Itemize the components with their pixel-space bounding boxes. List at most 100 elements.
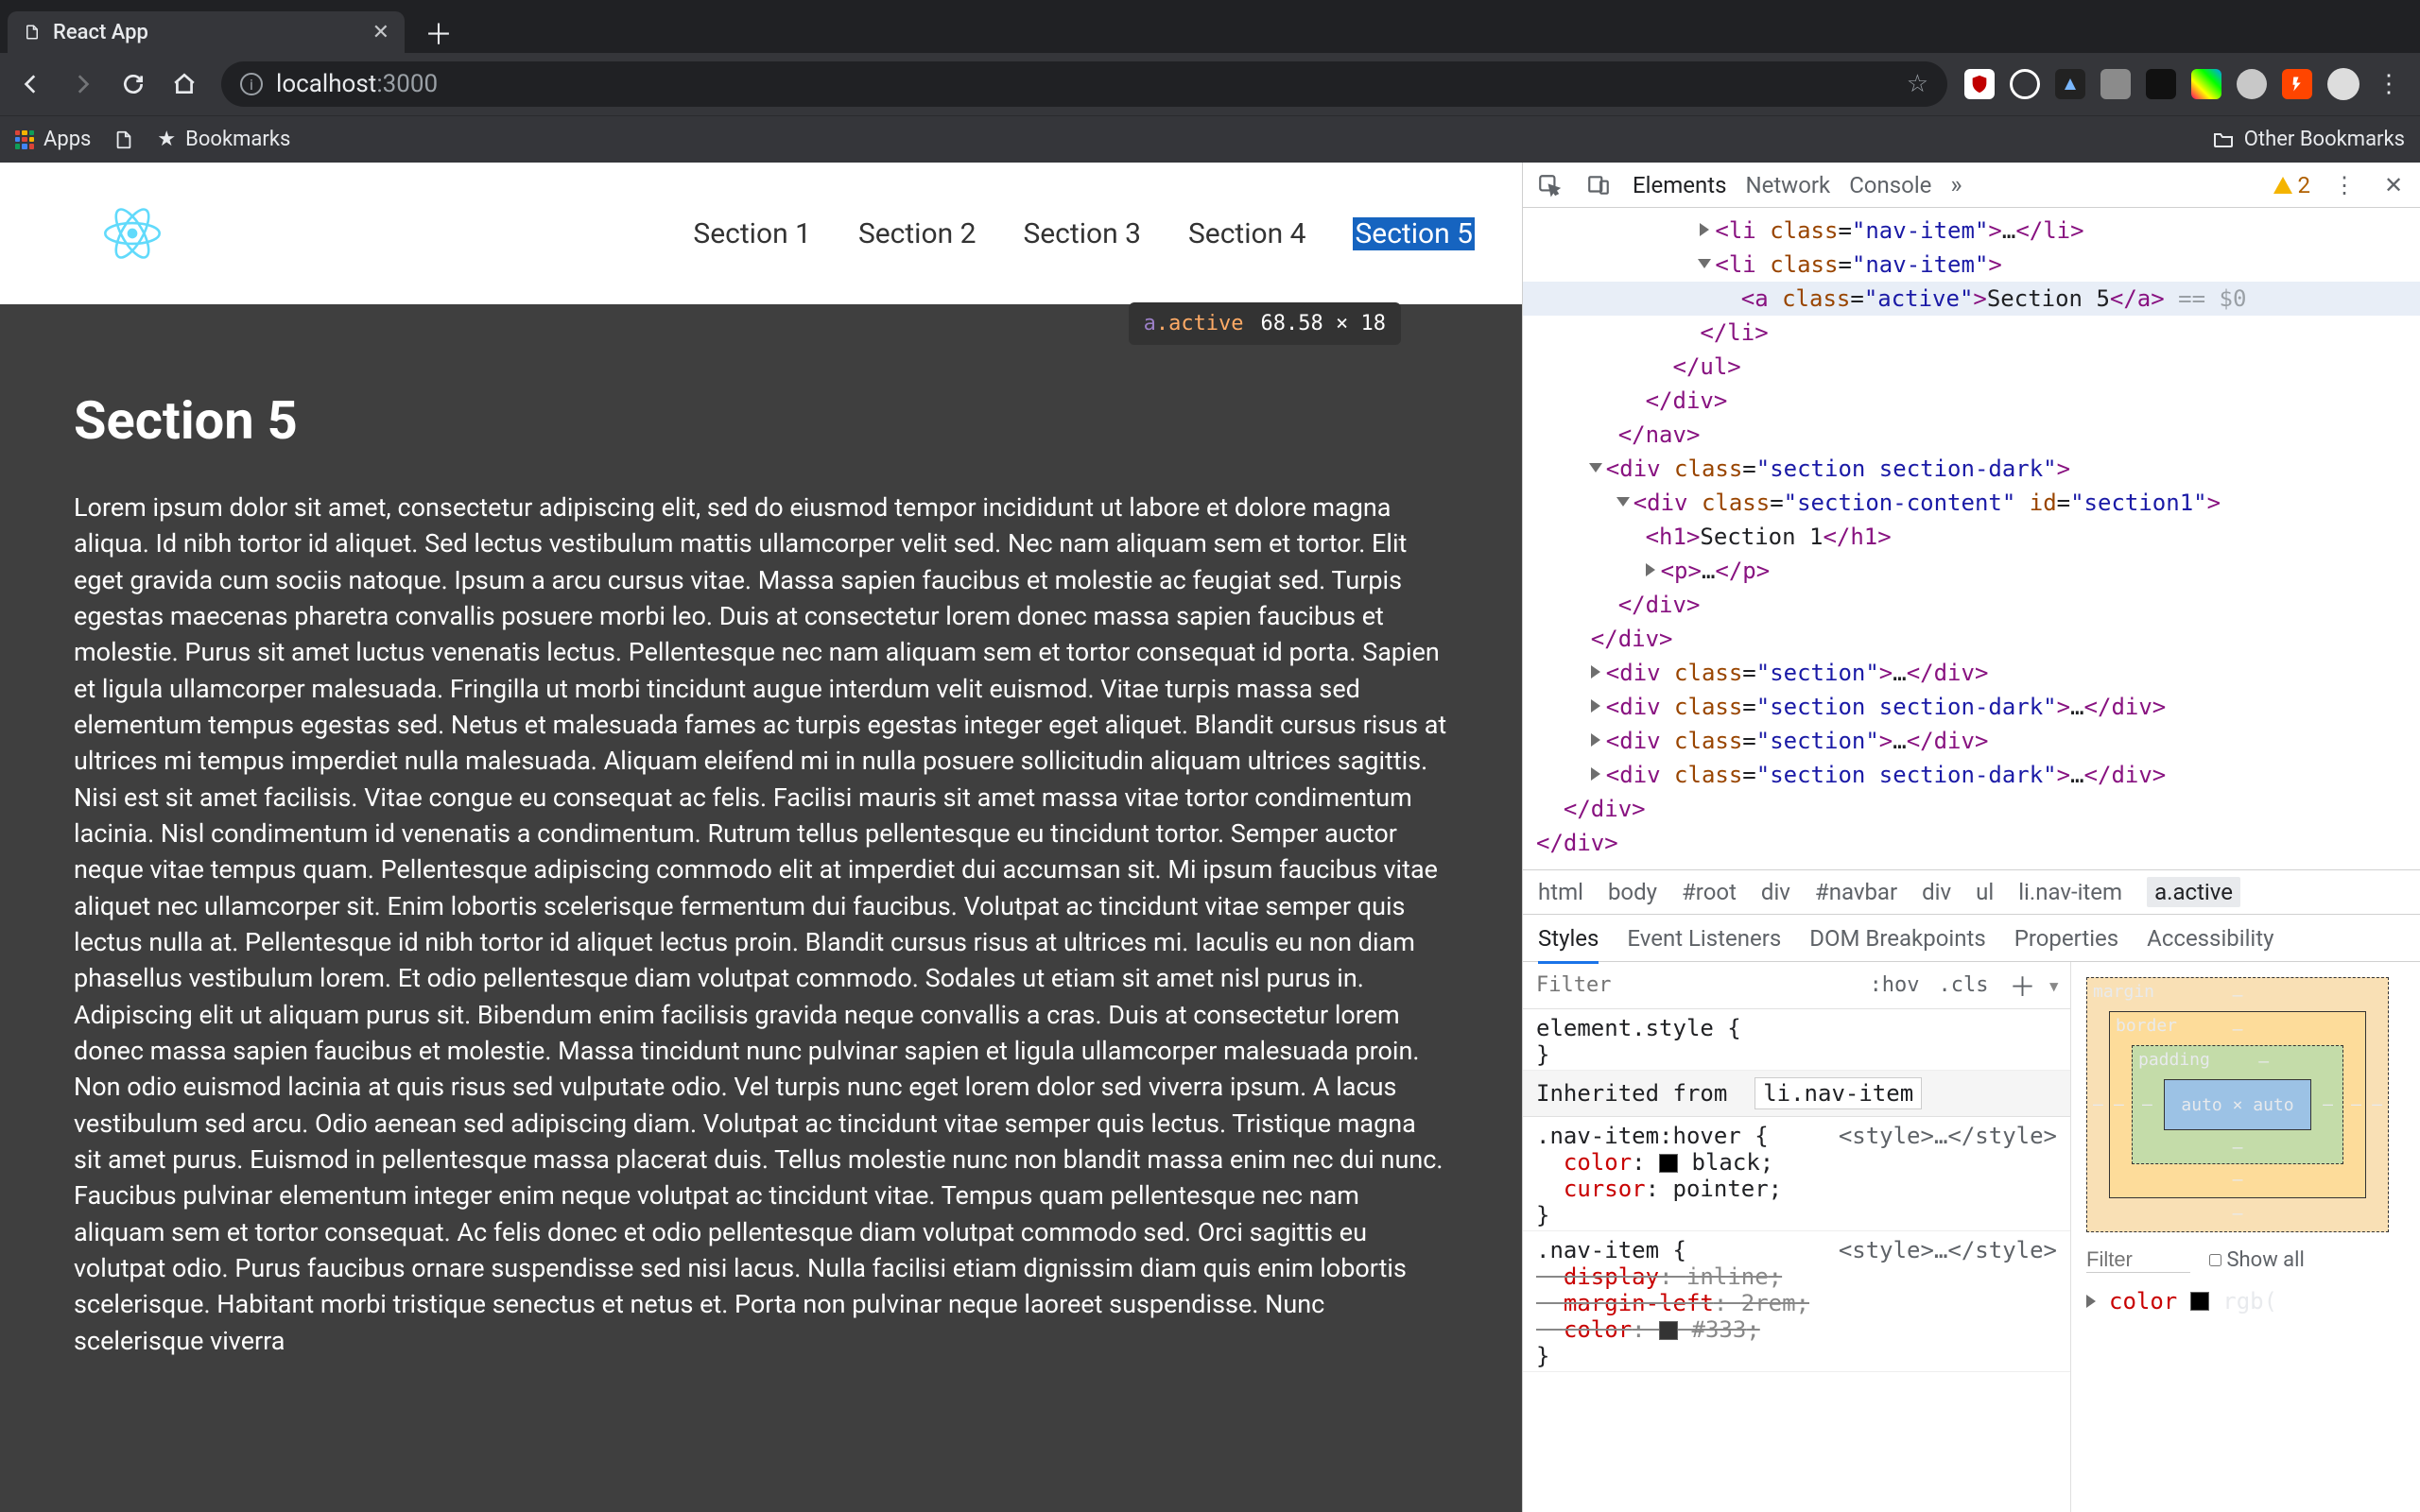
inspect-element-icon[interactable]: [1534, 170, 1564, 200]
devtools-menu-icon[interactable]: ⋮: [2329, 170, 2360, 200]
nav-item[interactable]: Section 4: [1188, 217, 1306, 250]
nav-link-section-3[interactable]: Section 3: [1023, 217, 1141, 250]
crumb[interactable]: #navbar: [1815, 879, 1897, 905]
tab-styles[interactable]: Styles: [1538, 925, 1599, 964]
devtools-toolbar: Elements Network Console » 2 ⋮ ✕: [1523, 163, 2420, 208]
style-rule-hover[interactable]: <style>…</style> .nav-item:hover { color…: [1523, 1117, 2070, 1231]
extension-colorful-icon[interactable]: [2191, 69, 2221, 99]
address-bar[interactable]: i localhost:3000 ☆: [221, 61, 1947, 107]
folder-icon: [2212, 129, 2235, 151]
box-content-size: auto × auto: [2181, 1095, 2293, 1115]
crumb[interactable]: div: [1922, 879, 1951, 905]
margin-label: margin: [2093, 982, 2154, 1002]
bookmark-star-icon[interactable]: ☆: [1907, 70, 1928, 98]
nav-link-section-4[interactable]: Section 4: [1188, 217, 1306, 250]
new-tab-button[interactable]: ＋: [420, 13, 458, 51]
rule-source-link[interactable]: <style>…</style>: [1839, 1123, 2057, 1149]
plus-icon: ＋: [424, 11, 453, 53]
styles-filter-input[interactable]: [1523, 973, 1860, 997]
page-viewport: Section 1 Section 2 Section 3 Section 4 …: [0, 163, 1522, 1512]
other-bookmarks-label: Other Bookmarks: [2244, 128, 2405, 151]
show-all-toggle[interactable]: Show all: [2209, 1248, 2305, 1272]
nav-item[interactable]: Section 3: [1023, 217, 1141, 250]
file-icon: [113, 129, 134, 150]
tooltip-dimensions: 68.58 × 18: [1261, 312, 1386, 335]
crumb[interactable]: body: [1608, 879, 1657, 905]
styles-pane: :hov .cls ＋ ▾ element.style { } Inherite…: [1523, 962, 2070, 1512]
style-rule-navitem[interactable]: <style>…</style> .nav-item { display: in…: [1523, 1231, 2070, 1372]
nav-link-section-5[interactable]: Section 5: [1353, 217, 1475, 250]
nav-item[interactable]: Section 2: [858, 217, 977, 250]
crumb[interactable]: #root: [1682, 879, 1737, 905]
warning-icon: [2273, 177, 2292, 194]
extension-circle-icon[interactable]: [2010, 69, 2040, 99]
crumb[interactable]: ul: [1976, 879, 1994, 905]
crumb[interactable]: html: [1538, 879, 1583, 905]
section-body: Lorem ipsum dolor sit amet, consectetur …: [74, 490, 1448, 1359]
warning-count[interactable]: 2: [2273, 172, 2311, 198]
bookmarks-label: Bookmarks: [185, 128, 290, 151]
inherited-from-row: Inherited from li.nav-item: [1523, 1071, 2070, 1117]
home-button[interactable]: [164, 64, 204, 104]
extension-devtools-icon[interactable]: [2146, 69, 2176, 99]
device-toggle-icon[interactable]: [1583, 170, 1614, 200]
tab-elements[interactable]: Elements: [1633, 172, 1726, 198]
tab-dom-breakpoints[interactable]: DOM Breakpoints: [1809, 925, 1985, 952]
nav-link-section-2[interactable]: Section 2: [858, 217, 977, 250]
new-style-rule-button[interactable]: ＋: [1998, 967, 2048, 1005]
chevron-down-icon[interactable]: ▾: [2048, 972, 2070, 999]
inspector-tooltip: a.active 68.58 × 18: [1129, 302, 1401, 345]
nav-item[interactable]: Section 5: [1353, 217, 1475, 250]
extension-ublock-icon[interactable]: [1964, 69, 1995, 99]
expand-icon[interactable]: [2086, 1295, 2096, 1308]
devtools-close-icon[interactable]: ✕: [2378, 170, 2409, 200]
tab-console[interactable]: Console: [1849, 172, 1931, 198]
crumb[interactable]: div: [1761, 879, 1790, 905]
apps-button[interactable]: Apps: [15, 128, 91, 151]
tab-title: React App: [53, 21, 148, 44]
inherited-selector[interactable]: li.nav-item: [1754, 1077, 1922, 1109]
tab-network[interactable]: Network: [1745, 172, 1830, 198]
profile-avatar[interactable]: [2327, 68, 2360, 100]
react-logo-icon: [104, 205, 161, 262]
back-button[interactable]: [11, 64, 51, 104]
browser-tab[interactable]: React App ✕: [8, 11, 405, 53]
hov-toggle[interactable]: :hov: [1860, 973, 1929, 997]
computed-color-row[interactable]: color rgb(: [2086, 1288, 2405, 1314]
section-title: Section 5: [74, 389, 1448, 452]
rule-source-link[interactable]: <style>…</style>: [1839, 1237, 2057, 1263]
element-style-block[interactable]: element.style { }: [1523, 1009, 2070, 1071]
reload-button[interactable]: [113, 64, 153, 104]
nav-link-section-1[interactable]: Section 1: [693, 217, 811, 250]
box-model-diagram[interactable]: margin – – – – border – – – – padding: [2086, 977, 2389, 1232]
apps-grid-icon: [15, 130, 34, 149]
computed-filter-input[interactable]: [2086, 1247, 2190, 1273]
bookmarks-folder[interactable]: ★ Bookmarks: [157, 128, 290, 151]
tab-properties[interactable]: Properties: [2014, 925, 2118, 952]
dom-tree[interactable]: <li class="nav-item">…</li> <li class="n…: [1523, 208, 2420, 869]
forward-button[interactable]: [62, 64, 102, 104]
styles-tabs: Styles Event Listeners DOM Breakpoints P…: [1523, 915, 2420, 962]
bookmark-html-item[interactable]: [113, 129, 134, 150]
dom-breadcrumb[interactable]: html body #root div #navbar div ul li.na…: [1523, 869, 2420, 915]
extension-flash-icon[interactable]: [2282, 69, 2312, 99]
tab-accessibility[interactable]: Accessibility: [2147, 925, 2273, 952]
nav-item[interactable]: Section 1: [693, 217, 811, 250]
tooltip-selector: a.active: [1144, 312, 1244, 335]
other-bookmarks-button[interactable]: Other Bookmarks: [2212, 128, 2405, 151]
close-icon[interactable]: ✕: [372, 21, 389, 44]
extension-gray-icon[interactable]: [2100, 69, 2131, 99]
bookmarks-bar: Apps ★ Bookmarks Other Bookmarks: [0, 115, 2420, 163]
more-tabs-icon[interactable]: »: [1950, 171, 1962, 199]
crumb-active[interactable]: a.active: [2147, 877, 2240, 907]
crumb[interactable]: li.nav-item: [2018, 879, 2122, 905]
extension-dark-icon[interactable]: [2055, 69, 2085, 99]
apps-label: Apps: [43, 128, 91, 151]
tab-event-listeners[interactable]: Event Listeners: [1627, 925, 1781, 952]
browser-toolbar: i localhost:3000 ☆ ⋮: [0, 53, 2420, 115]
site-info-icon[interactable]: i: [240, 73, 263, 95]
chrome-menu-button[interactable]: ⋮: [2375, 70, 2403, 98]
cls-toggle[interactable]: .cls: [1929, 973, 1998, 997]
app-navbar: Section 1 Section 2 Section 3 Section 4 …: [0, 163, 1522, 304]
extension-graycircle-icon[interactable]: [2237, 69, 2267, 99]
